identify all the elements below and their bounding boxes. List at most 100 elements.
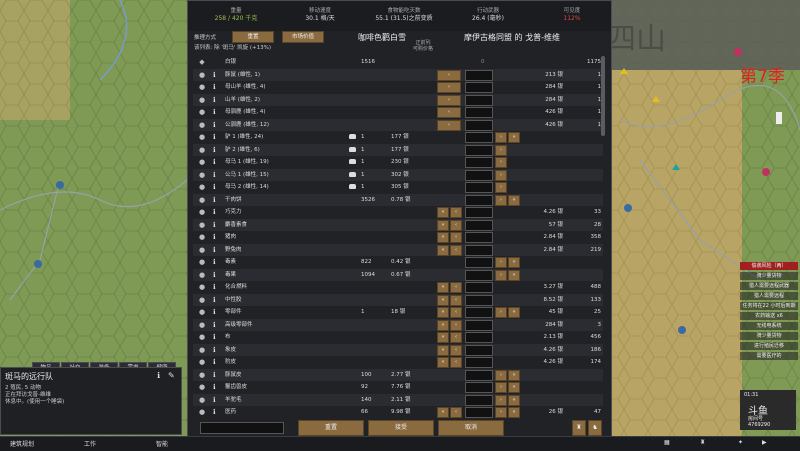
world-icon[interactable]: ▦ xyxy=(664,439,670,446)
enemy-base-icon[interactable] xyxy=(734,48,742,56)
transfer-one-right-button[interactable]: › xyxy=(495,132,507,143)
quantity-field[interactable] xyxy=(465,194,493,206)
transfer-all-left-button[interactable]: « xyxy=(437,282,449,293)
quantity-field[interactable] xyxy=(465,357,493,368)
info-icon[interactable]: ℹ xyxy=(213,169,216,182)
info-icon[interactable]: ℹ xyxy=(213,294,216,307)
market-value-button[interactable]: 市场价值 xyxy=(282,31,324,43)
transfer-one-left-button[interactable]: ‹ xyxy=(450,332,462,343)
transfer-one-right-button[interactable]: › xyxy=(495,369,507,381)
transfer-one-left-button[interactable]: ‹ xyxy=(450,219,462,231)
alert-item[interactable]: 进行殖民迁移 xyxy=(740,342,798,350)
transfer-all-right-button[interactable]: » xyxy=(508,257,520,268)
transfer-one-left-button[interactable]: ‹ xyxy=(450,294,462,306)
transfer-all-left-button[interactable]: « xyxy=(437,294,449,306)
transfer-one-left-button[interactable]: ‹ xyxy=(450,344,462,356)
info-icon[interactable]: ℹ xyxy=(213,106,216,119)
transfer-one-right-button[interactable]: › xyxy=(495,182,507,193)
alert-item[interactable]: 无线电系统 xyxy=(740,322,798,330)
transfer-one-left-button[interactable]: ‹ xyxy=(450,307,462,318)
reset-mode-button[interactable]: 重置 xyxy=(232,31,274,43)
quantity-field[interactable] xyxy=(465,232,493,243)
transfer-one-right-button[interactable]: › xyxy=(495,144,507,156)
quantity-field[interactable] xyxy=(465,169,493,181)
quantity-field[interactable] xyxy=(465,219,493,231)
transfer-one-right-button[interactable]: › xyxy=(495,157,507,168)
info-icon[interactable]: ℹ xyxy=(213,306,216,319)
quantity-field[interactable] xyxy=(465,344,493,356)
alert-item[interactable]: 农药输送 x6 xyxy=(740,312,798,320)
info-icon[interactable]: ℹ xyxy=(213,369,216,382)
bottom-tab-architect[interactable]: 建筑规划 xyxy=(10,439,34,448)
transfer-one-left-button[interactable]: ‹ xyxy=(450,232,462,243)
quantity-field[interactable] xyxy=(465,82,493,93)
transfer-all-left-button[interactable]: « xyxy=(437,307,449,318)
settlement-icon[interactable] xyxy=(56,181,64,189)
info-icon[interactable]: ℹ xyxy=(213,231,216,244)
quantity-field[interactable] xyxy=(465,132,493,143)
alert-item[interactable]: 猎人需要远程武器 xyxy=(740,282,798,290)
info-icon[interactable]: ℹ xyxy=(213,244,216,257)
bottom-tab-work[interactable]: 工作 xyxy=(84,439,96,448)
settlement-icon[interactable] xyxy=(34,260,42,268)
info-icon[interactable]: ℹ xyxy=(213,344,216,357)
list-scrollbar[interactable] xyxy=(601,56,605,136)
quantity-field[interactable] xyxy=(465,319,493,331)
quantity-field[interactable] xyxy=(465,382,493,393)
transfer-one-right-button[interactable]: › xyxy=(495,307,507,318)
transfer-one-left-button[interactable]: ‹ xyxy=(450,357,462,368)
lightbulb-icon[interactable]: ✦ xyxy=(738,439,743,446)
alert-item[interactable]: 需要医疗的 xyxy=(740,352,798,360)
info-icon[interactable]: ℹ xyxy=(213,331,216,344)
quantity-field[interactable] xyxy=(465,307,493,318)
transfer-left-button[interactable]: ‹ xyxy=(437,94,461,106)
speed-icon[interactable]: ▶ xyxy=(762,439,767,446)
pawn-icon[interactable]: ♞ xyxy=(588,420,602,436)
transfer-all-left-button[interactable]: « xyxy=(437,319,449,331)
quantity-field[interactable] xyxy=(465,69,493,81)
transfer-left-button[interactable]: ‹ xyxy=(437,107,461,118)
transfer-all-right-button[interactable]: » xyxy=(508,369,520,381)
quantity-field[interactable] xyxy=(465,332,493,343)
info-icon[interactable]: ℹ xyxy=(213,81,216,94)
transfer-all-right-button[interactable]: » xyxy=(508,194,520,206)
quantity-field[interactable] xyxy=(465,269,493,281)
search-input[interactable] xyxy=(200,422,284,434)
info-icon[interactable]: ℹ xyxy=(213,256,216,269)
caravan-marker-icon[interactable] xyxy=(776,112,782,124)
info-icon[interactable]: ℹ xyxy=(213,356,216,369)
quantity-field[interactable] xyxy=(465,294,493,306)
info-icon[interactable]: ℹ xyxy=(213,131,216,144)
transfer-all-left-button[interactable]: « xyxy=(437,232,449,243)
transfer-one-right-button[interactable]: › xyxy=(495,194,507,206)
info-icon[interactable]: ℹ xyxy=(213,269,216,282)
quantity-field[interactable] xyxy=(465,394,493,406)
transfer-one-left-button[interactable]: ‹ xyxy=(450,319,462,331)
info-icon[interactable]: ℹ xyxy=(213,281,216,294)
transfer-all-left-button[interactable]: « xyxy=(437,332,449,343)
info-icon[interactable]: ℹ xyxy=(213,319,216,332)
bottom-tab-ai[interactable]: 智能 xyxy=(156,439,168,448)
transfer-one-right-button[interactable]: › xyxy=(495,382,507,393)
info-icon[interactable]: ℹ xyxy=(213,119,216,132)
reset-button[interactable]: 重置 xyxy=(298,420,364,436)
transfer-all-right-button[interactable]: » xyxy=(508,382,520,393)
transfer-all-right-button[interactable]: » xyxy=(508,269,520,281)
quantity-field[interactable] xyxy=(465,94,493,106)
transfer-one-right-button[interactable]: › xyxy=(495,394,507,406)
transfer-one-right-button[interactable]: › xyxy=(495,169,507,181)
quantity-field[interactable] xyxy=(465,369,493,381)
transfer-one-left-button[interactable]: ‹ xyxy=(450,282,462,293)
alert-item[interactable]: 骑少量货物 xyxy=(740,272,798,280)
info-icon[interactable]: ℹ xyxy=(213,206,216,219)
settlement-icon[interactable] xyxy=(624,204,632,212)
alert-item[interactable]: 任务将在22 小时后到期 xyxy=(740,302,798,310)
transfer-all-right-button[interactable]: » xyxy=(508,394,520,406)
transfer-one-left-button[interactable]: ‹ xyxy=(450,244,462,256)
info-icon[interactable]: ℹ xyxy=(213,156,216,169)
info-icon[interactable]: ℹ xyxy=(213,381,216,394)
quantity-field[interactable] xyxy=(465,207,493,218)
transfer-left-button[interactable]: ‹ xyxy=(437,69,461,81)
transfer-left-button[interactable]: ‹ xyxy=(437,119,461,131)
transfer-all-right-button[interactable]: » xyxy=(508,307,520,318)
